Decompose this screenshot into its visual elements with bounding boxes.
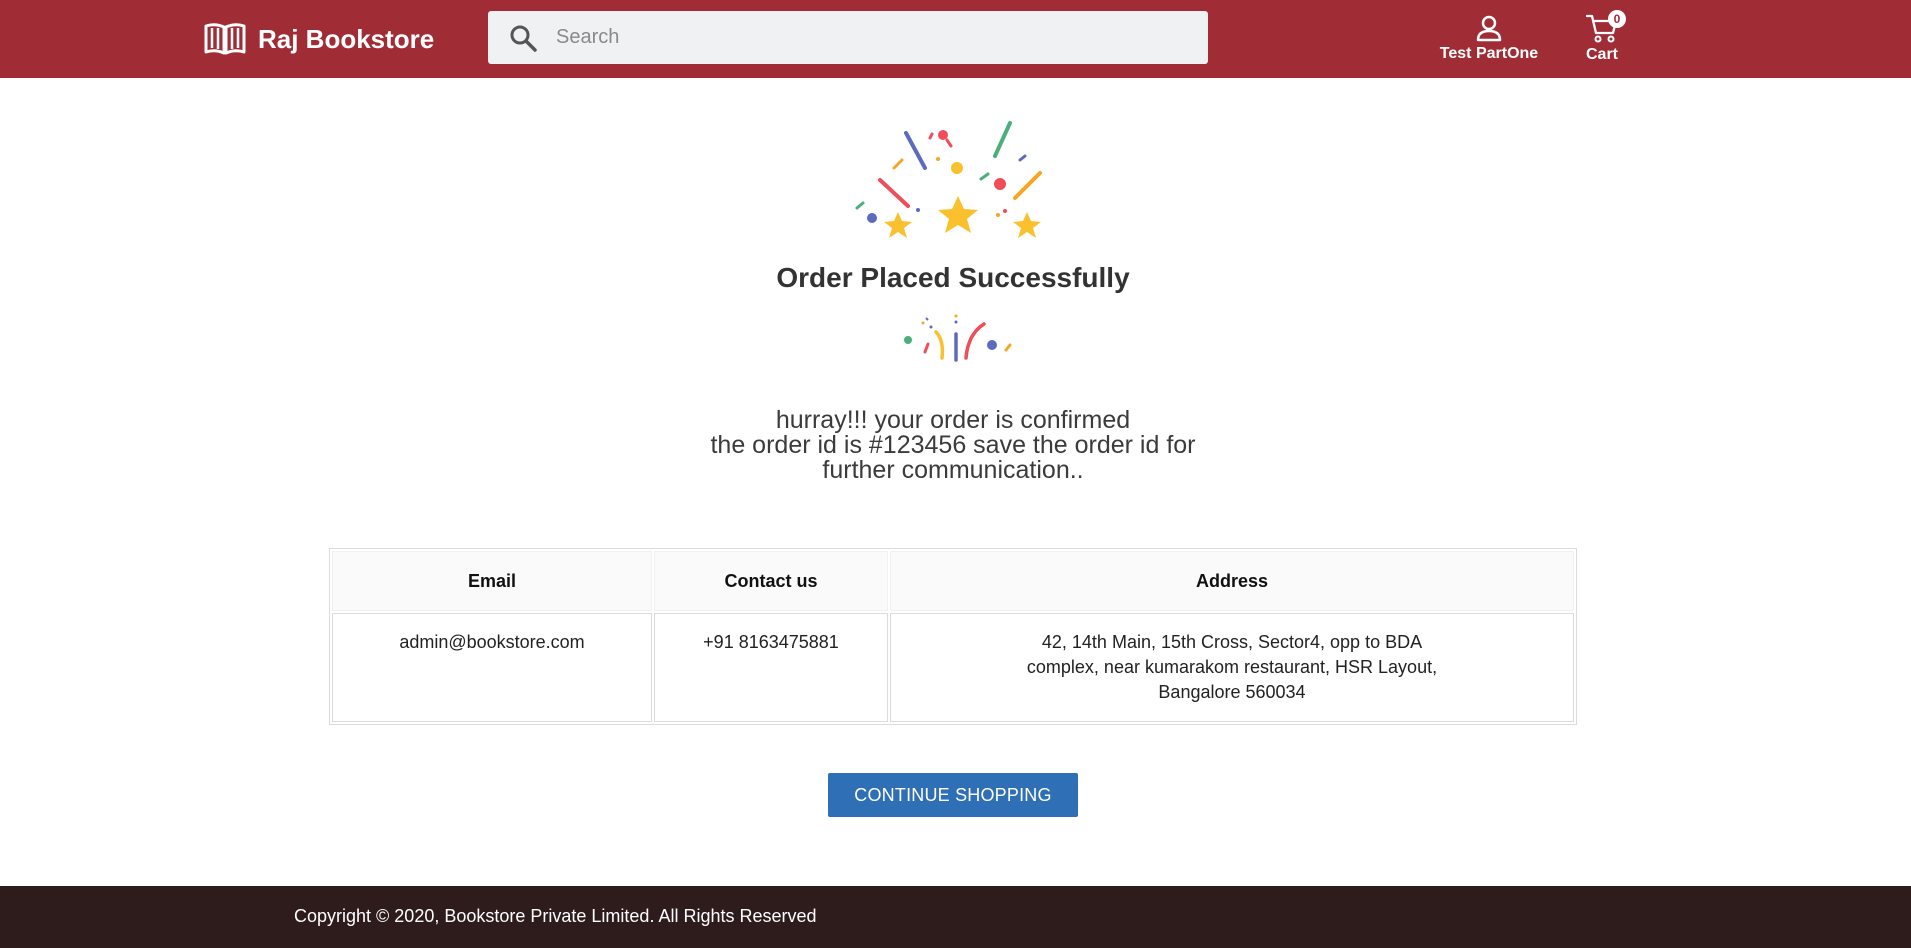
continue-shopping-button[interactable]: CONTINUE SHOPPING [828, 773, 1078, 817]
contact-header: Contact us [654, 551, 888, 611]
user-name-label: Test PartOne [1439, 45, 1539, 62]
email-cell: admin@bookstore.com [332, 613, 652, 722]
message-line: hurray!!! your order is confirmed [775, 406, 1131, 434]
order-confirmation-message: hurray!!! your order is confirmed the or… [620, 408, 1286, 483]
search-icon [510, 25, 537, 52]
address-line: complex, near kumarakom restaurant, HSR … [1026, 657, 1438, 677]
copyright-text: Copyright © 2020, Bookstore Private Limi… [294, 906, 817, 926]
brand-name: Raj Bookstore [258, 23, 435, 54]
address-line: 42, 14th Main, 15th Cross, Sector4, opp … [1041, 632, 1423, 652]
address-cell: 42, 14th Main, 15th Cross, Sector4, opp … [890, 613, 1574, 722]
order-success-title: Order Placed Successfully [776, 262, 1130, 293]
search-input[interactable] [554, 16, 1178, 59]
cart-label: Cart [1585, 46, 1618, 63]
confetti-burst-icon [904, 314, 1012, 362]
user-account-button[interactable]: Test PartOne [1430, 12, 1548, 68]
celebration-stars-icon [855, 121, 1042, 238]
address-line: Bangalore 560034 [1158, 682, 1306, 702]
table-header-row: Email Contact us Address [332, 551, 1574, 611]
brand-logo[interactable]: Raj Bookstore [204, 20, 434, 58]
table-row: admin@bookstore.com +91 8163475881 42, 1… [332, 613, 1574, 722]
message-line: further communication.. [822, 456, 1084, 484]
search-bar[interactable] [488, 11, 1208, 64]
address-header: Address [890, 551, 1574, 611]
message-line: the order id is #123456 save the order i… [710, 431, 1196, 459]
phone-cell: +91 8163475881 [654, 613, 888, 722]
contact-info-table: Email Contact us Address admin@bookstore… [329, 548, 1577, 725]
person-icon [1476, 15, 1502, 42]
footer: Copyright © 2020, Bookstore Private Limi… [0, 886, 1911, 948]
email-header: Email [332, 551, 652, 611]
top-navbar: Raj Bookstore Test PartOne 0 Cart [0, 0, 1911, 78]
cart-count-badge: 0 [1608, 10, 1626, 28]
cart-button[interactable]: 0 Cart [1574, 10, 1630, 68]
open-book-icon [204, 23, 246, 55]
